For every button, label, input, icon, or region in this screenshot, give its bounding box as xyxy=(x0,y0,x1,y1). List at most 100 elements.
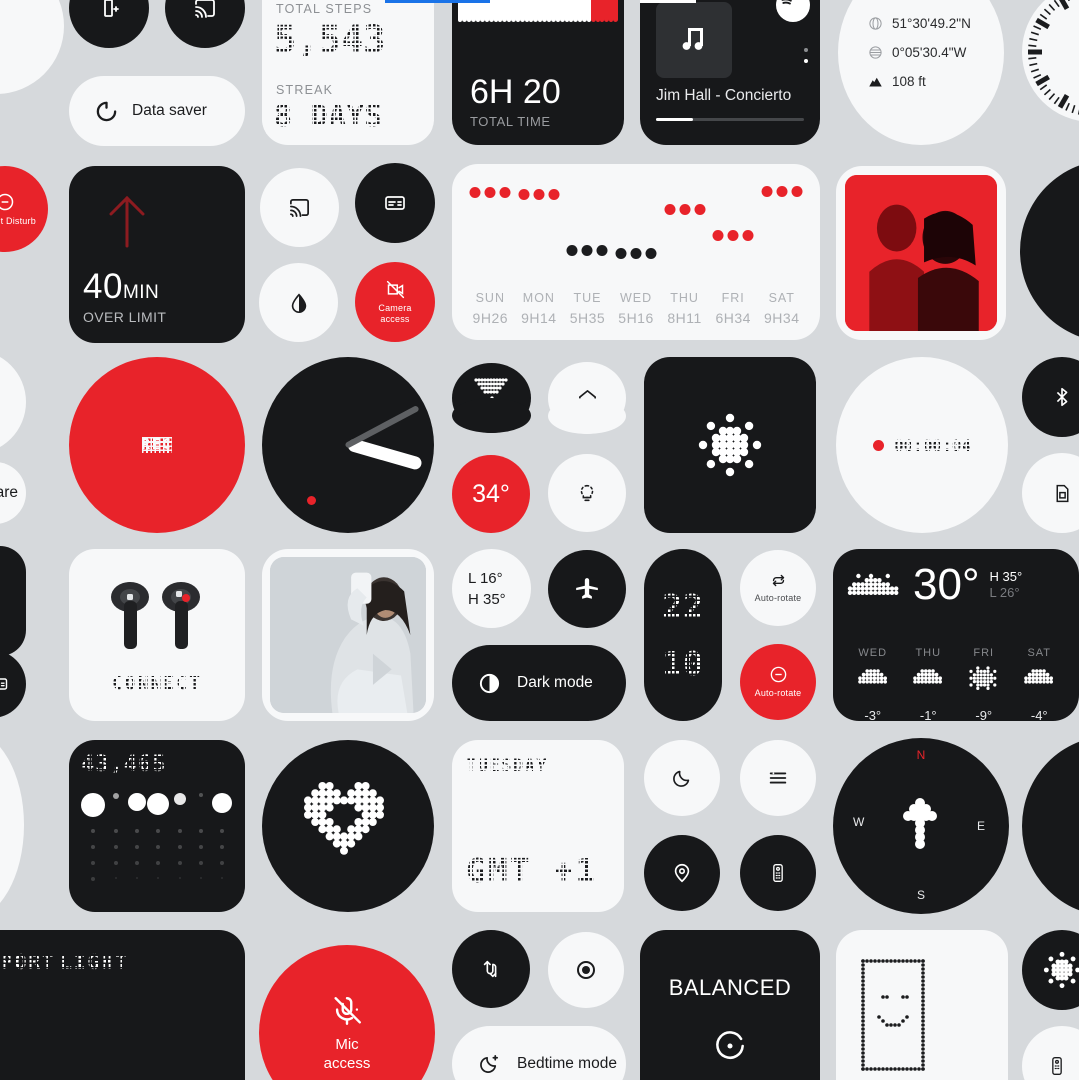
share-edge-tile[interactable] xyxy=(0,350,26,454)
forecast-high: -4° xyxy=(1030,708,1048,721)
watch-dial-widget[interactable] xyxy=(1022,0,1079,122)
rec-button[interactable]: REC xyxy=(69,357,245,533)
heart-rate-widget[interactable] xyxy=(262,740,434,912)
top-accent-strip-2 xyxy=(640,0,696,3)
compass-west-label: W xyxy=(853,815,865,830)
left-edge-card[interactable] xyxy=(0,546,26,656)
airport-widget[interactable]: AIRPORT LIGHT rport T xyxy=(0,930,245,1080)
remote-control-icon xyxy=(1052,1056,1067,1076)
brightness-widget[interactable] xyxy=(644,357,816,533)
bedtime-tile[interactable]: Bedtime mode xyxy=(452,1026,626,1080)
airplane-tile[interactable] xyxy=(548,550,626,628)
dark-mode-tile[interactable]: Dark mode xyxy=(452,645,626,721)
latitude-value: 51°30'49.2"N xyxy=(892,16,971,31)
sleep-time-widget[interactable]: 6H 20 TOTAL TIME xyxy=(452,0,624,145)
clock-minute-hand xyxy=(344,405,420,449)
rec-label: REC xyxy=(141,437,173,453)
camera-access-tile[interactable]: Camera access xyxy=(355,262,435,342)
remote-tile[interactable] xyxy=(740,835,816,911)
steps-grid-widget[interactable]: 43,465 xyxy=(69,740,245,912)
temp-range-tile[interactable]: L 16° H 35° xyxy=(452,549,531,628)
step-dot xyxy=(112,793,119,799)
gps-coordinates-widget[interactable]: 51°30'49.2"N 0°05'30.4"W 108 ft xyxy=(838,0,1004,145)
date-widget[interactable]: 22 10 xyxy=(644,549,722,721)
cast-tile[interactable] xyxy=(260,168,339,247)
weather-current: 30° H 35° L 26° xyxy=(845,563,1067,629)
moon-tile[interactable] xyxy=(644,740,720,816)
steps-widget[interactable]: TOTAL STEPS 5,543 STREAK 8 DAYS xyxy=(262,0,434,145)
dark-mode-label: Dark mode xyxy=(517,674,593,691)
globe-horizontal-icon xyxy=(868,45,883,60)
captions-tile-left[interactable] xyxy=(0,650,26,718)
balanced-widget[interactable]: BALANCED xyxy=(640,930,820,1080)
contrast-tile[interactable] xyxy=(259,263,338,342)
forecast-day: WED xyxy=(858,647,888,659)
moon-icon xyxy=(671,767,693,789)
analog-clock-widget[interactable] xyxy=(262,357,434,533)
step-dot xyxy=(178,877,181,879)
bulb-tile[interactable] xyxy=(548,454,626,532)
half-circle-icon xyxy=(478,672,501,695)
chart-day-label: SAT xyxy=(768,291,795,305)
gauge-icon xyxy=(711,1027,749,1065)
phone-face-widget[interactable] xyxy=(836,930,1008,1080)
step-dot xyxy=(156,861,161,865)
weekly-sleep-chart[interactable]: SUN 9H26 MON 9H14 TUE 5H35 WED 5H16 THU 8H11 FRI 6H… xyxy=(452,164,820,340)
chart-column: THU 8H11 xyxy=(660,180,709,326)
battery-saver-tile[interactable] xyxy=(69,0,149,48)
lifestyle-photo-widget[interactable] xyxy=(262,549,434,721)
timer-widget[interactable]: 00:00:04 xyxy=(836,357,1008,533)
chart-day-label: THU xyxy=(670,291,699,305)
right-edge-circle-tile[interactable] xyxy=(1020,160,1079,342)
airport-title-line1: AIRPORT xyxy=(0,950,56,974)
step-dot xyxy=(114,877,117,879)
media-player-widget[interactable]: Jim Hall - Concierto xyxy=(640,0,820,145)
do-not-disturb-tile[interactable]: Do Not Disturb xyxy=(0,166,48,252)
over-limit-widget[interactable]: 40MIN OVER LIMIT xyxy=(69,166,245,343)
weather-high: H 35° xyxy=(989,569,1023,584)
share-tile-partial[interactable] xyxy=(0,0,64,94)
home-tile-lower xyxy=(548,398,626,434)
compass-needle-icon xyxy=(890,795,952,857)
forecast-day: FRI xyxy=(973,647,995,659)
weather-widget[interactable]: 30° H 35° L 26° WED-3°-6°THU-1°-9°FRI-9°… xyxy=(833,549,1079,721)
contrast-droplet-icon xyxy=(288,292,310,314)
temperature-value: 34° xyxy=(472,479,510,508)
brightness-tile-right[interactable] xyxy=(1022,930,1079,1010)
sleep-dot-bar xyxy=(452,0,624,22)
media-progress-track[interactable] xyxy=(656,118,804,121)
auto-rotate-on-tile[interactable]: Auto-rotate xyxy=(740,550,816,626)
record-tile[interactable] xyxy=(548,932,624,1008)
location-tile[interactable] xyxy=(644,835,720,911)
compass-widget[interactable]: N E S W xyxy=(833,738,1009,914)
auto-rotate-off-tile[interactable]: Auto-rotate xyxy=(740,644,816,720)
data-saver-tile[interactable]: Data saver xyxy=(69,76,245,146)
chart-day-label: SUN xyxy=(475,291,505,305)
photo-widget[interactable] xyxy=(836,166,1006,340)
right-edge-circle-row4[interactable] xyxy=(1022,736,1079,916)
chart-column: MON 9H14 xyxy=(515,180,564,326)
earbuds-widget[interactable]: CONNECT xyxy=(69,549,245,721)
music-note-icon xyxy=(676,22,712,58)
sim-tile[interactable] xyxy=(1022,453,1079,533)
step-dot xyxy=(134,861,139,865)
mic-access-tile[interactable]: Mic access xyxy=(259,945,435,1080)
chart-day-label: FRI xyxy=(721,291,745,305)
bluetooth-tile[interactable] xyxy=(1022,357,1079,437)
lightbulb-icon xyxy=(576,482,598,504)
captions-tile[interactable] xyxy=(355,163,435,243)
step-dot xyxy=(220,829,225,833)
cast-tile-top[interactable] xyxy=(165,0,245,48)
step-dot xyxy=(156,845,161,849)
step-dot xyxy=(173,793,186,805)
spotify-icon[interactable] xyxy=(776,0,810,22)
transfer-tile[interactable] xyxy=(452,930,530,1008)
compass-north-label: N xyxy=(916,748,926,762)
share-pill-partial[interactable]: hare xyxy=(0,462,26,524)
left-edge-circle-row4[interactable] xyxy=(0,730,24,920)
remote-tile-right[interactable] xyxy=(1022,1026,1079,1080)
temperature-tile[interactable]: 34° xyxy=(452,455,530,533)
gmt-widget[interactable]: TUESDAY GMT +1 xyxy=(452,740,624,912)
step-dot xyxy=(91,845,95,849)
list-tile[interactable] xyxy=(740,740,816,816)
